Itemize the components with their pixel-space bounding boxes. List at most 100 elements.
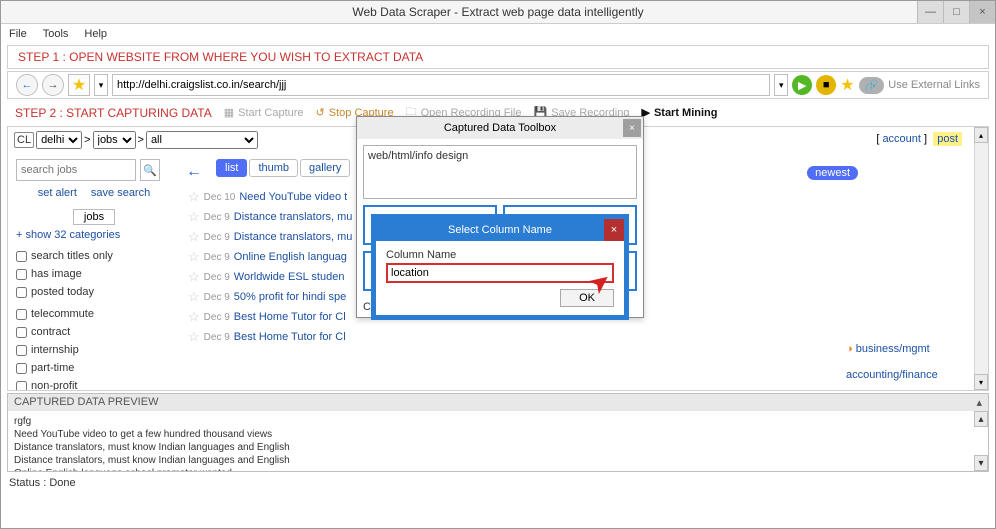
cat-business[interactable]: business/mgmt bbox=[856, 343, 930, 355]
view-thumb[interactable]: thumb bbox=[249, 159, 298, 177]
bookmark-icon[interactable]: ★ bbox=[840, 75, 854, 95]
list-item-date: Dec 9 bbox=[204, 292, 230, 303]
preview-row: Online English language school promoter … bbox=[14, 467, 982, 471]
right-cats: ◑ business/mgmt accounting/finance bbox=[838, 337, 988, 390]
star-icon[interactable]: ☆ bbox=[188, 189, 200, 205]
opt-non-profit[interactable]: non-profit bbox=[16, 380, 172, 391]
external-links-label[interactable]: Use External Links bbox=[888, 79, 980, 91]
opt-telecommute[interactable]: telecommute bbox=[16, 308, 172, 320]
save-search-link[interactable]: save search bbox=[91, 187, 150, 199]
menu-file[interactable]: File bbox=[9, 28, 27, 40]
view-gallery[interactable]: gallery bbox=[300, 159, 350, 177]
preview-scroll-down[interactable]: ▾ bbox=[974, 455, 988, 471]
back-arrow-icon[interactable]: ← bbox=[186, 163, 202, 181]
list-item[interactable]: ☆ Dec 9 Best Home Tutor for Cl bbox=[188, 327, 830, 347]
search-input[interactable] bbox=[16, 159, 136, 181]
star-icon[interactable]: ☆ bbox=[188, 289, 200, 305]
opt-internship[interactable]: internship bbox=[16, 344, 172, 356]
sidebar-tab-jobs[interactable]: jobs bbox=[73, 209, 115, 225]
list-item-date: Dec 10 bbox=[204, 192, 236, 203]
sidebar: 🔍 set alert save search jobs + show 32 c… bbox=[8, 153, 180, 390]
scroll-up-button[interactable]: ▴ bbox=[974, 127, 988, 143]
favorites-button[interactable]: ★ bbox=[68, 74, 90, 96]
start-capture-label: Start Capture bbox=[238, 107, 303, 119]
start-mining-label: Start Mining bbox=[654, 107, 718, 119]
maximize-button[interactable]: □ bbox=[943, 1, 969, 23]
search-icon[interactable]: 🔍 bbox=[140, 159, 160, 181]
minimize-button[interactable]: — bbox=[917, 1, 943, 23]
list-item-title: Worldwide ESL studen bbox=[234, 271, 345, 283]
cat-icon: ◑ bbox=[846, 343, 853, 355]
dialog-close-button[interactable]: × bbox=[604, 219, 624, 241]
star-icon[interactable]: ☆ bbox=[188, 209, 200, 225]
toolbox-close-button[interactable]: × bbox=[623, 119, 641, 137]
stop-button[interactable]: ■ bbox=[816, 75, 836, 95]
forward-button[interactable]: → bbox=[42, 74, 64, 96]
opt-has-image[interactable]: has image bbox=[16, 268, 172, 280]
star-icon[interactable]: ☆ bbox=[188, 329, 200, 345]
menu-tools[interactable]: Tools bbox=[43, 28, 69, 40]
view-list[interactable]: list bbox=[216, 159, 247, 177]
url-input[interactable] bbox=[112, 74, 770, 96]
step-2-label: STEP 2 : START CAPTURING DATA bbox=[15, 106, 212, 120]
list-item-date: Dec 9 bbox=[204, 312, 230, 323]
star-icon[interactable]: ☆ bbox=[188, 229, 200, 245]
list-item-title: Best Home Tutor for Cl bbox=[234, 331, 346, 343]
back-button[interactable]: ← bbox=[16, 74, 38, 96]
star-icon[interactable]: ☆ bbox=[188, 309, 200, 325]
list-item-date: Dec 9 bbox=[204, 212, 230, 223]
opt-titles-only[interactable]: search titles only bbox=[16, 250, 172, 262]
start-capture-button[interactable]: ▦ Start Capture bbox=[224, 106, 304, 119]
toolbox-title: Captured Data Toolbox bbox=[444, 122, 556, 134]
list-item-title: 50% profit for hindi spe bbox=[234, 291, 347, 303]
list-item-title: Need YouTube video t bbox=[239, 191, 347, 203]
favorites-dropdown[interactable]: ▾ bbox=[94, 74, 108, 96]
crumb-sub-select[interactable]: all bbox=[146, 131, 258, 149]
preview-scroll-up[interactable]: ▴ bbox=[974, 411, 988, 427]
window-title: Web Data Scraper - Extract web page data… bbox=[352, 5, 643, 19]
show-categories-link[interactable]: + show 32 categories bbox=[16, 229, 172, 241]
top-right-links: [ account ] post bbox=[876, 133, 962, 145]
preview-row: rgfg bbox=[14, 415, 982, 428]
close-button[interactable]: × bbox=[969, 1, 995, 23]
list-item-title: Distance translators, mu bbox=[234, 211, 353, 223]
preview-row: Need YouTube video to get a few hundred … bbox=[14, 428, 982, 441]
list-item-title: Best Home Tutor for Cl bbox=[234, 311, 346, 323]
nav-bar: ← → ★ ▾ ▾ ▶ ■ ★ 🔗 Use External Links bbox=[7, 71, 989, 99]
preview-title: CAPTURED DATA PREVIEW bbox=[14, 396, 158, 409]
list-item-date: Dec 9 bbox=[204, 272, 230, 283]
crumb-category-select[interactable]: jobs bbox=[93, 131, 136, 149]
post-link[interactable]: post bbox=[933, 132, 962, 146]
list-item-date: Dec 9 bbox=[204, 332, 230, 343]
opt-part-time[interactable]: part-time bbox=[16, 362, 172, 374]
breadcrumb: CL delhi > jobs > all bbox=[14, 131, 258, 149]
crumb-location-select[interactable]: delhi bbox=[36, 131, 82, 149]
list-item-date: Dec 9 bbox=[204, 232, 230, 243]
menu-bar: File Tools Help bbox=[1, 23, 995, 43]
star-icon[interactable]: ☆ bbox=[188, 249, 200, 265]
url-dropdown[interactable]: ▾ bbox=[774, 74, 788, 96]
menu-help[interactable]: Help bbox=[84, 28, 107, 40]
set-alert-link[interactable]: set alert bbox=[38, 187, 77, 199]
cat-accounting[interactable]: accounting/finance bbox=[846, 369, 938, 381]
preview-row: Distance translators, must know Indian l… bbox=[14, 441, 982, 454]
list-item-title: Online English languag bbox=[234, 251, 347, 263]
link-icon: 🔗 bbox=[859, 77, 885, 94]
opt-contract[interactable]: contract bbox=[16, 326, 172, 338]
opt-posted-today[interactable]: posted today bbox=[16, 286, 172, 298]
column-name-label: Column Name bbox=[386, 249, 614, 261]
preview-row: Distance translators, must know Indian l… bbox=[14, 454, 982, 467]
dialog-title: Select Column Name bbox=[448, 224, 552, 236]
preview-collapse-icon[interactable]: ▴ bbox=[976, 396, 982, 409]
crumb-cl[interactable]: CL bbox=[14, 132, 34, 148]
toolbox-path[interactable]: web/html/info design bbox=[363, 145, 637, 199]
star-icon[interactable]: ☆ bbox=[188, 269, 200, 285]
go-button[interactable]: ▶ bbox=[792, 75, 812, 95]
account-link[interactable]: account bbox=[882, 133, 921, 145]
start-mining-button[interactable]: ▶ Start Mining bbox=[641, 106, 717, 119]
step-1-label: STEP 1 : OPEN WEBSITE FROM WHERE YOU WIS… bbox=[7, 45, 989, 69]
star-icon: ★ bbox=[72, 75, 86, 95]
title-bar: Web Data Scraper - Extract web page data… bbox=[1, 1, 995, 23]
column-name-input[interactable] bbox=[386, 263, 614, 283]
select-column-dialog: Select Column Name× Column Name OK bbox=[371, 214, 629, 320]
